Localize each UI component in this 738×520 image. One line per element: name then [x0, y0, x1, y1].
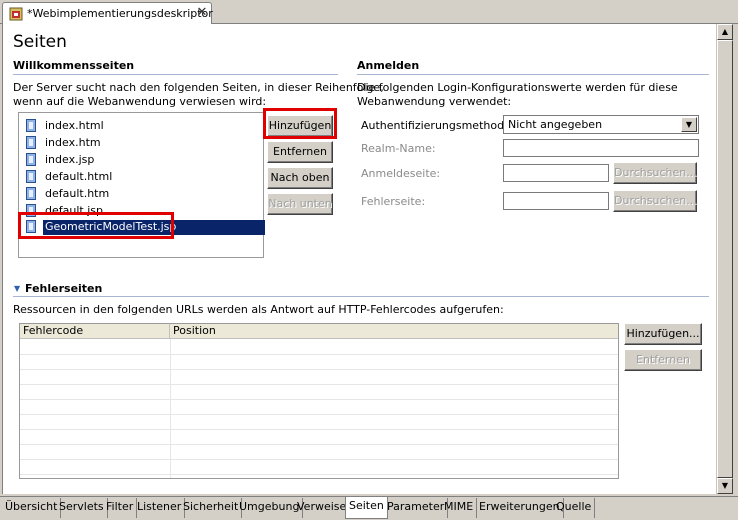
section-rule	[13, 296, 709, 297]
tab-listener[interactable]: Listener	[134, 498, 186, 518]
tab-source[interactable]: Quelle	[553, 498, 596, 518]
welcome-heading: Willkommensseiten	[13, 59, 135, 72]
error-pages-description: Ressourcen in den folgenden URLs werden …	[13, 303, 504, 316]
move-up-button[interactable]: Nach oben	[267, 167, 333, 189]
error-pages-table[interactable]: Fehlercode Position	[19, 323, 619, 479]
editor-tab-bar: *Webimplementierungsdeskriptor ✕	[0, 0, 738, 25]
error-pages-heading: Fehlerseiten	[25, 282, 103, 295]
grid-line	[20, 384, 618, 385]
remove-welcome-page-button[interactable]: Entfernen	[267, 141, 333, 163]
editor-page-tabs: Übersicht Servlets Filter Listener Siche…	[0, 496, 738, 520]
jsp-file-icon	[26, 136, 36, 149]
auth-method-value: Nicht angegeben	[508, 118, 603, 131]
browse-error-page-button[interactable]: Durchsuchen...	[613, 190, 697, 212]
list-item-label: index.htm	[45, 136, 101, 149]
list-item-label: default.html	[45, 170, 113, 183]
section-rule	[13, 74, 338, 75]
scroll-down-icon[interactable]: ▼	[717, 478, 733, 494]
editor-content: Seiten Willkommensseiten Der Server such…	[2, 24, 716, 494]
remove-error-page-button[interactable]: Entfernen	[624, 349, 702, 371]
tab-mime[interactable]: MIME	[441, 498, 478, 518]
browse-login-page-button[interactable]: Durchsuchen...	[613, 162, 697, 184]
error-page-field[interactable]	[503, 192, 609, 210]
auth-method-select[interactable]: Nicht angegeben ▼	[503, 115, 699, 134]
jsp-file-icon	[26, 170, 36, 183]
tab-filter[interactable]: Filter	[103, 498, 138, 518]
section-rule	[357, 74, 709, 75]
collapse-arrow-icon[interactable]: ▼	[14, 284, 20, 293]
scrollbar-thumb[interactable]	[717, 40, 733, 478]
column-header-code[interactable]: Fehlercode	[20, 324, 170, 339]
tab-overview[interactable]: Übersicht	[2, 498, 62, 518]
jsp-file-icon	[26, 119, 36, 132]
grid-line	[20, 429, 618, 430]
editor-tab-title: *Webimplementierungsdeskriptor	[27, 7, 213, 20]
error-page-label: Fehlerseite:	[361, 195, 426, 208]
selected-item-highlight	[18, 212, 174, 239]
tab-servlets[interactable]: Servlets	[56, 498, 108, 518]
grid-line	[20, 369, 618, 370]
tab-references[interactable]: Verweise	[294, 498, 351, 518]
list-item-label: default.htm	[45, 187, 110, 200]
web-descriptor-icon	[9, 7, 23, 21]
login-page-field[interactable]	[503, 164, 609, 182]
scroll-up-icon[interactable]: ▲	[717, 24, 733, 40]
tab-pages[interactable]: Seiten	[345, 497, 388, 519]
tab-security[interactable]: Sicherheit	[180, 498, 243, 518]
chevron-down-icon[interactable]: ▼	[681, 117, 697, 132]
list-item-label: index.html	[45, 119, 104, 132]
grid-line	[20, 399, 618, 400]
jsp-file-icon	[26, 153, 36, 166]
jsp-file-icon	[26, 187, 36, 200]
page-title: Seiten	[13, 32, 67, 52]
add-button-highlight	[263, 108, 337, 139]
tab-parameters[interactable]: Parameter	[384, 498, 449, 518]
grid-line	[20, 414, 618, 415]
login-description-1: Die folgenden Login-Konfigurationswerte …	[357, 81, 678, 94]
auth-method-label: Authentifizierungsmethode:	[361, 119, 515, 132]
welcome-description-1: Der Server sucht nach den folgenden Seit…	[13, 81, 384, 94]
grid-line	[170, 339, 171, 478]
add-error-page-button[interactable]: Hinzufügen...	[624, 323, 702, 345]
login-description-2: Webanwendung verwendet:	[357, 95, 512, 108]
move-down-button[interactable]: Nach unten	[267, 193, 333, 215]
vertical-scrollbar[interactable]: ▲ ▼	[716, 24, 733, 494]
grid-line	[20, 459, 618, 460]
realm-name-label: Realm-Name:	[361, 142, 436, 155]
realm-name-field[interactable]	[503, 139, 699, 157]
login-heading: Anmelden	[357, 59, 420, 72]
list-item-label: index.jsp	[45, 153, 95, 166]
grid-line	[20, 444, 618, 445]
grid-line	[20, 474, 618, 475]
welcome-description-2: wenn auf die Webanwendung verwiesen wird…	[13, 95, 267, 108]
close-icon[interactable]: ✕	[195, 6, 209, 20]
editor-tab[interactable]: *Webimplementierungsdeskriptor ✕	[2, 2, 213, 25]
grid-line	[20, 354, 618, 355]
tab-extensions[interactable]: Erweiterungen	[476, 498, 564, 518]
column-header-position[interactable]: Position	[170, 324, 618, 339]
login-page-label: Anmeldeseite:	[361, 167, 441, 180]
